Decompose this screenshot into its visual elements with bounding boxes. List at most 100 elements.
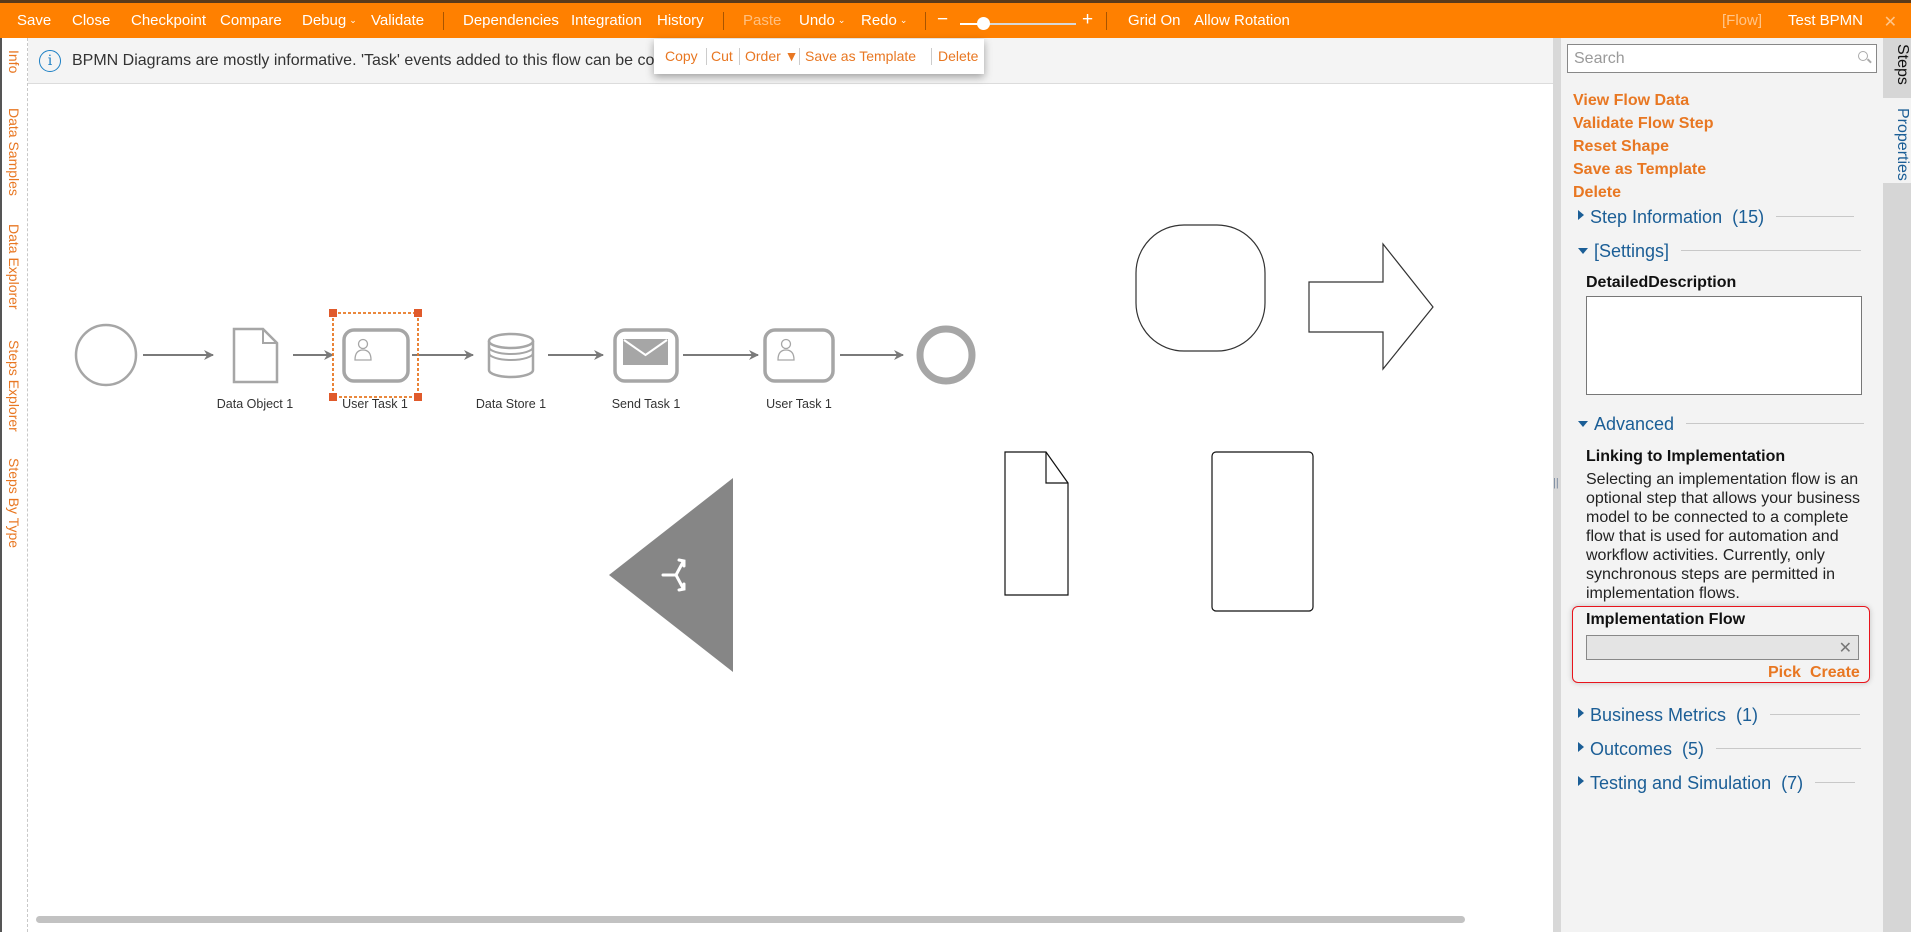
caret-right-icon [1578,210,1584,220]
section-business-metrics[interactable]: Business Metrics (1) [1578,705,1868,729]
node-label: User Task 1 [342,397,408,411]
rounded-square-shape[interactable] [1135,224,1266,352]
tab-properties[interactable]: Properties [1883,98,1911,183]
section-step-information[interactable]: Step Information (15) [1578,207,1868,231]
clear-icon[interactable]: ✕ [1839,638,1852,658]
compare-button[interactable]: Compare [220,12,282,29]
order-menu[interactable]: Order ▼ [745,48,799,64]
view-flow-data-link[interactable]: View Flow Data [1573,92,1689,110]
popup-divider [931,48,932,65]
resize-handle[interactable] [414,393,422,401]
cut-button[interactable]: Cut [711,48,733,64]
reset-shape-link[interactable]: Reset Shape [1573,138,1669,156]
merge-gateway-triangle[interactable] [609,478,733,672]
detailed-description-textarea[interactable] [1586,296,1862,395]
pick-button[interactable]: Pick [1768,664,1801,682]
section-rule [1716,748,1862,749]
node-label: Data Object 1 [217,397,293,411]
section-testing-simulation[interactable]: Testing and Simulation (7) [1578,773,1868,797]
properties-panel: View Flow Data Validate Flow Step Reset … [1561,38,1883,932]
data-store-node[interactable]: Data Store 1 [476,332,546,411]
section-count: (7) [1781,773,1804,793]
paste-button[interactable]: Paste [743,12,781,29]
end-event[interactable] [916,325,976,385]
diagram-svg: Data Object 1 User Task 1 Data Store 1 S… [74,224,1434,672]
left-sidebar-tabs: Info Data Samples Data Explorer Steps Ex… [0,38,28,932]
copy-button[interactable]: Copy [665,48,698,64]
zoom-out-button[interactable]: − [937,9,948,31]
tab-data-samples[interactable]: Data Samples [6,108,22,196]
splitter-grip-icon: || [1553,477,1559,489]
document-shape[interactable] [1004,451,1069,596]
debug-label: Debug [302,12,347,29]
undo-menu[interactable]: Undo ⌄ [799,12,845,29]
tab-data-explorer[interactable]: Data Explorer [6,224,22,310]
caret-right-icon [1578,708,1584,718]
data-object-node[interactable]: Data Object 1 [217,327,293,411]
validate-flow-step-link[interactable]: Validate Flow Step [1573,115,1713,133]
detailed-description-label: DetailedDescription [1586,274,1737,291]
caret-down-icon [1578,248,1588,254]
save-as-template-button[interactable]: Save as Template [805,48,916,64]
create-button[interactable]: Create [1810,664,1860,682]
zoom-slider-thumb[interactable] [977,17,991,30]
diagram-canvas[interactable]: Data Object 1 User Task 1 Data Store 1 S… [28,85,1553,932]
history-button[interactable]: History [657,12,704,29]
section-rule [1681,250,1862,251]
implementation-flow-input[interactable]: ✕ [1586,635,1859,660]
user-task-node[interactable]: User Task 1 [763,328,835,411]
section-count: (5) [1682,739,1705,759]
info-icon: i [39,50,61,72]
info-message: BPMN Diagrams are mostly informative. 'T… [72,52,682,69]
tab-steps-by-type[interactable]: Steps By Type [6,458,22,548]
grid-toggle-button[interactable]: Grid On [1128,12,1181,29]
save-as-template-link[interactable]: Save as Template [1573,161,1706,179]
section-label: Testing and Simulation [1590,773,1772,793]
resize-handle[interactable] [414,309,422,317]
close-button[interactable]: Close [72,12,110,29]
send-task-node[interactable]: Send Task 1 [612,328,681,411]
task-box [763,328,835,383]
search-icon[interactable] [1858,51,1868,61]
delete-button[interactable]: Delete [938,48,978,64]
zoom-in-button[interactable]: + [1082,9,1093,31]
section-label: [Settings] [1594,241,1670,261]
tab-info[interactable]: Info [6,50,22,73]
arrow-shape[interactable] [1308,242,1434,371]
document-outline [1004,451,1069,596]
document-icon [232,327,279,384]
section-label: Advanced [1594,414,1675,434]
panel-splitter[interactable]: || [1553,38,1561,932]
shape-context-toolbar: Copy Cut Order ▼ Save as Template Delete [654,39,984,74]
start-event[interactable] [74,323,138,387]
validate-button[interactable]: Validate [371,12,424,29]
integration-button[interactable]: Integration [571,12,642,29]
section-advanced[interactable]: Advanced [1578,414,1868,438]
toolbar-divider [723,12,724,30]
horizontal-scrollbar[interactable] [36,916,1465,923]
resize-handle[interactable] [329,309,337,317]
close-icon[interactable]: ✕ [1884,12,1897,32]
section-settings[interactable]: [Settings] [1578,241,1868,265]
redo-menu[interactable]: Redo ⌄ [861,12,907,29]
search-input[interactable] [1568,45,1838,72]
rectangle-shape[interactable] [1211,451,1314,612]
node-label: User Task 1 [766,397,832,411]
save-button[interactable]: Save [17,12,51,29]
allow-rotation-button[interactable]: Allow Rotation [1194,12,1290,29]
section-rule [1776,216,1855,217]
delete-link[interactable]: Delete [1573,184,1621,202]
user-task-node-selected[interactable]: User Task 1 [329,309,422,411]
section-outcomes[interactable]: Outcomes (5) [1578,739,1868,763]
main-toolbar: Save Close Checkpoint Compare Debug ⌄ Val… [0,3,1911,38]
section-label: Business Metrics [1590,705,1727,725]
toolbar-divider [925,12,926,30]
debug-menu[interactable]: Debug ⌄ [302,12,357,29]
resize-handle[interactable] [329,393,337,401]
task-box [342,328,410,383]
popup-divider [706,48,707,65]
checkpoint-button[interactable]: Checkpoint [131,12,206,29]
tab-steps-explorer[interactable]: Steps Explorer [6,340,22,432]
dependencies-button[interactable]: Dependencies [463,12,559,29]
tab-steps[interactable]: Steps [1883,38,1911,98]
